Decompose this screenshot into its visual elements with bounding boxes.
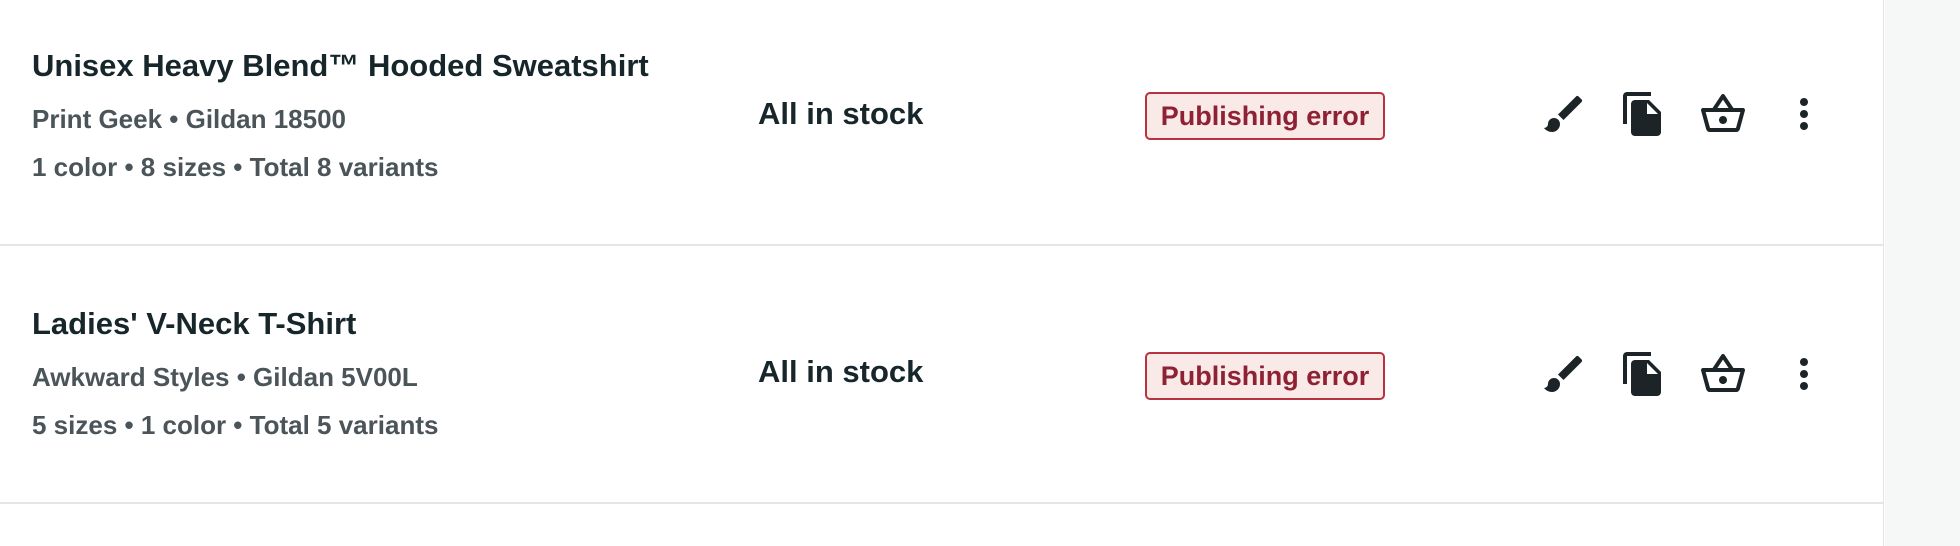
duplicate-button[interactable] xyxy=(1615,348,1671,404)
product-list-page: Unisex Heavy Blend™ Hooded Sweatshirt Pr… xyxy=(0,0,1960,546)
stock-status: All in stock xyxy=(758,96,924,131)
copy-icon xyxy=(1619,350,1667,403)
basket-icon xyxy=(1699,350,1747,403)
more-options-button[interactable] xyxy=(1776,348,1832,404)
order-button[interactable] xyxy=(1695,88,1751,144)
product-variants-summary: 1 color • 8 sizes • Total 8 variants xyxy=(32,152,439,182)
brush-icon xyxy=(1540,350,1588,403)
product-title[interactable]: Ladies' V-Neck T-Shirt xyxy=(32,306,356,342)
product-row[interactable]: Ladies' V-Neck T-Shirt Awkward Styles • … xyxy=(0,246,1884,504)
status-badge: Publishing error xyxy=(1145,92,1385,140)
duplicate-button[interactable] xyxy=(1615,88,1671,144)
stock-status: All in stock xyxy=(758,354,924,389)
order-button[interactable] xyxy=(1695,348,1751,404)
more-vertical-icon xyxy=(1780,90,1828,143)
edit-design-button[interactable] xyxy=(1536,348,1592,404)
basket-icon xyxy=(1699,90,1747,143)
product-list: Unisex Heavy Blend™ Hooded Sweatshirt Pr… xyxy=(0,0,1884,546)
product-title[interactable]: Unisex Heavy Blend™ Hooded Sweatshirt xyxy=(32,48,649,84)
copy-icon xyxy=(1619,90,1667,143)
more-vertical-icon xyxy=(1780,350,1828,403)
right-gutter xyxy=(1885,0,1960,546)
brush-icon xyxy=(1540,90,1588,143)
status-badge: Publishing error xyxy=(1145,352,1385,400)
product-brand-model: Print Geek • Gildan 18500 xyxy=(32,104,347,134)
product-row[interactable]: Unisex Heavy Blend™ Hooded Sweatshirt Pr… xyxy=(0,0,1884,246)
product-variants-summary: 5 sizes • 1 color • Total 5 variants xyxy=(32,410,439,440)
more-options-button[interactable] xyxy=(1776,88,1832,144)
product-brand-model: Awkward Styles • Gildan 5V00L xyxy=(32,362,418,392)
edit-design-button[interactable] xyxy=(1536,88,1592,144)
